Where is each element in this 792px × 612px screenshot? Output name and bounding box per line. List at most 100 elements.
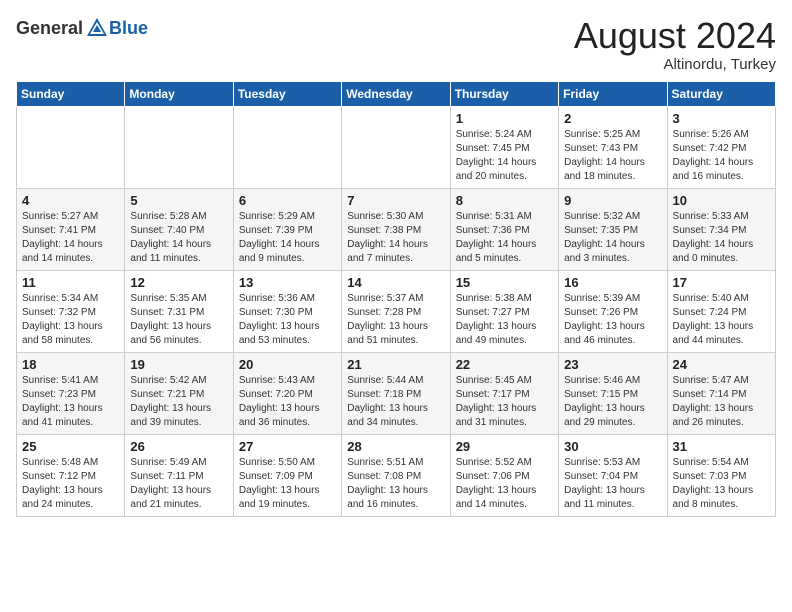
cell-sun-info: Sunrise: 5:37 AM Sunset: 7:28 PM Dayligh… [347, 292, 444, 348]
calendar-cell: 21Sunrise: 5:44 AM Sunset: 7:18 PM Dayli… [342, 352, 450, 434]
calendar-cell [233, 106, 341, 188]
calendar-cell: 22 Sunrise: 5:45 AM Sunset: 7:17 PM Dayli… [450, 352, 558, 434]
weekday-header-tuesday: Tuesday [233, 81, 341, 106]
calendar-cell: 11 Sunrise: 5:34 AM Sunset: 7:32 PM Dayli… [17, 270, 125, 352]
cell-sun-info: Sunrise: 5:27 AM Sunset: 7:41 PM Dayligh… [22, 210, 119, 266]
cell-sun-info: Sunrise: 5:26 AM Sunset: 7:42 PM Dayligh… [673, 128, 770, 184]
weekday-header-sunday: Sunday [17, 81, 125, 106]
calendar-cell: 7Sunrise: 5:30 AM Sunset: 7:38 PM Daylig… [342, 188, 450, 270]
day-number: 26 [130, 439, 227, 454]
day-number: 31 [673, 439, 770, 454]
logo-general: General [16, 18, 83, 39]
day-number: 19 [130, 357, 227, 372]
calendar-cell: 31 Sunrise: 5:54 AM Sunset: 7:03 PM Dayli… [667, 434, 775, 516]
calendar-cell: 2 Sunrise: 5:25 AM Sunset: 7:43 PM Daylig… [559, 106, 667, 188]
calendar-cell: 26 Sunrise: 5:49 AM Sunset: 7:11 PM Dayli… [125, 434, 233, 516]
cell-sun-info: Sunrise: 5:32 AM Sunset: 7:35 PM Dayligh… [564, 210, 661, 266]
day-number: 15 [456, 275, 553, 290]
cell-sun-info: Sunrise: 5:30 AM Sunset: 7:38 PM Dayligh… [347, 210, 444, 266]
calendar-cell: 13 Sunrise: 5:36 AM Sunset: 7:30 PM Dayli… [233, 270, 341, 352]
cell-sun-info: Sunrise: 5:42 AM Sunset: 7:21 PM Dayligh… [130, 374, 227, 430]
calendar-cell: 28Sunrise: 5:51 AM Sunset: 7:08 PM Dayli… [342, 434, 450, 516]
calendar-cell: 29Sunrise: 5:52 AM Sunset: 7:06 PM Dayli… [450, 434, 558, 516]
day-number: 11 [22, 275, 119, 290]
day-number: 2 [564, 111, 661, 126]
calendar-cell: 20 Sunrise: 5:43 AM Sunset: 7:20 PM Dayli… [233, 352, 341, 434]
weekday-header-friday: Friday [559, 81, 667, 106]
cell-sun-info: Sunrise: 5:47 AM Sunset: 7:14 PM Dayligh… [673, 374, 770, 430]
calendar-cell [17, 106, 125, 188]
calendar-week-row: 1Sunrise: 5:24 AM Sunset: 7:45 PM Daylig… [17, 106, 776, 188]
day-number: 28 [347, 439, 444, 454]
calendar-week-row: 25 Sunrise: 5:48 AM Sunset: 7:12 PM Dayli… [17, 434, 776, 516]
weekday-header-thursday: Thursday [450, 81, 558, 106]
day-number: 3 [673, 111, 770, 126]
day-number: 5 [130, 193, 227, 208]
page-header: General Blue August 2024 Altinordu, Turk… [16, 16, 776, 73]
calendar-cell [342, 106, 450, 188]
day-number: 6 [239, 193, 336, 208]
cell-sun-info: Sunrise: 5:41 AM Sunset: 7:23 PM Dayligh… [22, 374, 119, 430]
day-number: 8 [456, 193, 553, 208]
day-number: 13 [239, 275, 336, 290]
cell-sun-info: Sunrise: 5:33 AM Sunset: 7:34 PM Dayligh… [673, 210, 770, 266]
day-number: 4 [22, 193, 119, 208]
weekday-header-saturday: Saturday [667, 81, 775, 106]
cell-sun-info: Sunrise: 5:25 AM Sunset: 7:43 PM Dayligh… [564, 128, 661, 184]
calendar-cell: 17Sunrise: 5:40 AM Sunset: 7:24 PM Dayli… [667, 270, 775, 352]
calendar-cell: 12 Sunrise: 5:35 AM Sunset: 7:31 PM Dayli… [125, 270, 233, 352]
calendar-week-row: 4 Sunrise: 5:27 AM Sunset: 7:41 PM Daylig… [17, 188, 776, 270]
day-number: 22 [456, 357, 553, 372]
weekday-header-row: SundayMondayTuesdayWednesdayThursdayFrid… [17, 81, 776, 106]
cell-sun-info: Sunrise: 5:31 AM Sunset: 7:36 PM Dayligh… [456, 210, 553, 266]
cell-sun-info: Sunrise: 5:48 AM Sunset: 7:12 PM Dayligh… [22, 456, 119, 512]
cell-sun-info: Sunrise: 5:29 AM Sunset: 7:39 PM Dayligh… [239, 210, 336, 266]
logo-blue: Blue [109, 18, 148, 39]
calendar-cell: 23Sunrise: 5:46 AM Sunset: 7:15 PM Dayli… [559, 352, 667, 434]
weekday-header-monday: Monday [125, 81, 233, 106]
calendar-table: SundayMondayTuesdayWednesdayThursdayFrid… [16, 81, 776, 517]
day-number: 20 [239, 357, 336, 372]
day-number: 27 [239, 439, 336, 454]
location-subtitle: Altinordu, Turkey [574, 56, 776, 73]
day-number: 29 [456, 439, 553, 454]
day-number: 30 [564, 439, 661, 454]
cell-sun-info: Sunrise: 5:43 AM Sunset: 7:20 PM Dayligh… [239, 374, 336, 430]
calendar-cell: 3 Sunrise: 5:26 AM Sunset: 7:42 PM Daylig… [667, 106, 775, 188]
weekday-header-wednesday: Wednesday [342, 81, 450, 106]
calendar-cell: 24Sunrise: 5:47 AM Sunset: 7:14 PM Dayli… [667, 352, 775, 434]
cell-sun-info: Sunrise: 5:36 AM Sunset: 7:30 PM Dayligh… [239, 292, 336, 348]
calendar-cell: 10 Sunrise: 5:33 AM Sunset: 7:34 PM Dayli… [667, 188, 775, 270]
cell-sun-info: Sunrise: 5:38 AM Sunset: 7:27 PM Dayligh… [456, 292, 553, 348]
cell-sun-info: Sunrise: 5:39 AM Sunset: 7:26 PM Dayligh… [564, 292, 661, 348]
calendar-week-row: 11 Sunrise: 5:34 AM Sunset: 7:32 PM Dayli… [17, 270, 776, 352]
day-number: 12 [130, 275, 227, 290]
calendar-cell: 16 Sunrise: 5:39 AM Sunset: 7:26 PM Dayli… [559, 270, 667, 352]
calendar-cell: 6 Sunrise: 5:29 AM Sunset: 7:39 PM Daylig… [233, 188, 341, 270]
month-year-title: August 2024 [574, 16, 776, 56]
cell-sun-info: Sunrise: 5:50 AM Sunset: 7:09 PM Dayligh… [239, 456, 336, 512]
calendar-cell: 25 Sunrise: 5:48 AM Sunset: 7:12 PM Dayli… [17, 434, 125, 516]
cell-sun-info: Sunrise: 5:54 AM Sunset: 7:03 PM Dayligh… [673, 456, 770, 512]
day-number: 10 [673, 193, 770, 208]
calendar-cell: 9 Sunrise: 5:32 AM Sunset: 7:35 PM Daylig… [559, 188, 667, 270]
day-number: 25 [22, 439, 119, 454]
calendar-cell: 15 Sunrise: 5:38 AM Sunset: 7:27 PM Dayli… [450, 270, 558, 352]
cell-sun-info: Sunrise: 5:34 AM Sunset: 7:32 PM Dayligh… [22, 292, 119, 348]
title-area: August 2024 Altinordu, Turkey [574, 16, 776, 73]
day-number: 23 [564, 357, 661, 372]
cell-sun-info: Sunrise: 5:49 AM Sunset: 7:11 PM Dayligh… [130, 456, 227, 512]
cell-sun-info: Sunrise: 5:44 AM Sunset: 7:18 PM Dayligh… [347, 374, 444, 430]
calendar-cell: 8 Sunrise: 5:31 AM Sunset: 7:36 PM Daylig… [450, 188, 558, 270]
day-number: 9 [564, 193, 661, 208]
calendar-week-row: 18Sunrise: 5:41 AM Sunset: 7:23 PM Dayli… [17, 352, 776, 434]
calendar-cell: 18Sunrise: 5:41 AM Sunset: 7:23 PM Dayli… [17, 352, 125, 434]
cell-sun-info: Sunrise: 5:45 AM Sunset: 7:17 PM Dayligh… [456, 374, 553, 430]
day-number: 16 [564, 275, 661, 290]
cell-sun-info: Sunrise: 5:53 AM Sunset: 7:04 PM Dayligh… [564, 456, 661, 512]
calendar-cell: 1Sunrise: 5:24 AM Sunset: 7:45 PM Daylig… [450, 106, 558, 188]
calendar-cell: 27 Sunrise: 5:50 AM Sunset: 7:09 PM Dayli… [233, 434, 341, 516]
calendar-cell: 5Sunrise: 5:28 AM Sunset: 7:40 PM Daylig… [125, 188, 233, 270]
cell-sun-info: Sunrise: 5:24 AM Sunset: 7:45 PM Dayligh… [456, 128, 553, 184]
cell-sun-info: Sunrise: 5:35 AM Sunset: 7:31 PM Dayligh… [130, 292, 227, 348]
